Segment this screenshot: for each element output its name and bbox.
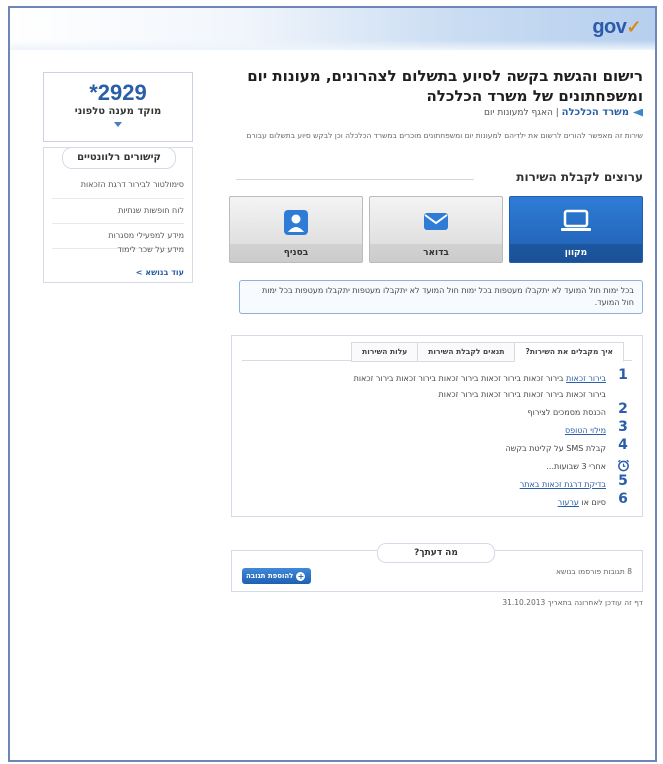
step-6-link[interactable]: ערעור xyxy=(558,498,579,507)
step-wait: אחרי 3 שבועות... xyxy=(242,459,632,473)
alarm-clock-icon xyxy=(617,459,630,472)
step-4: 4 קבלת SMS על קליטת בקשה xyxy=(505,437,628,453)
related-links-box: קישורים רלוונטיים סימולטור לבירור דרגת ה… xyxy=(43,147,193,283)
add-response-button[interactable]: +להוספת תגובה xyxy=(242,568,312,584)
sidebar-link-holidays[interactable]: לוח חופשות שנתיות xyxy=(118,206,184,215)
tab-cost[interactable]: עלות השירות xyxy=(351,342,419,362)
ministry-name[interactable]: משרד הכלכלה xyxy=(562,107,629,118)
page-title: רישום והגשת בקשה לסיוע בתשלום לצהרונים, … xyxy=(247,67,643,105)
call-number: *2929 xyxy=(89,80,147,105)
intro-text: שירות זה מאפשר להורים לרשום את ילדיהם למ… xyxy=(246,131,643,140)
channel-tiles: מקוון בדואר בסניף xyxy=(229,196,643,263)
sidebar-link-operators[interactable]: מידע למפעילי מסגרות xyxy=(108,231,184,240)
step-3: 3 מילוי הטופס xyxy=(564,419,628,435)
chevron-down-icon[interactable] xyxy=(114,122,122,127)
step-5: 5 בדיקת דרגת זכאות באתר xyxy=(519,473,628,489)
channels-title: ערוצים לקבלת השירות xyxy=(516,170,643,184)
divider xyxy=(52,198,184,199)
step-6: 6 סיום או ערעור xyxy=(557,491,628,507)
tab-how-to[interactable]: איך מקבלים את השירות? xyxy=(514,342,624,362)
channel-branch-label: בסניף xyxy=(230,244,362,262)
step-2: 2 הכנסת מסמכים לצירוף xyxy=(527,401,628,417)
person-icon xyxy=(284,210,308,235)
steps-list: 1 בירור זכאות בירור זכאות בירור זכאות ביר… xyxy=(242,367,632,514)
ministry-flag-icon xyxy=(633,108,643,117)
more-link[interactable]: עוד בנושא > xyxy=(136,268,184,277)
responses-count[interactable]: 8 תגובות פורסמו בנושא xyxy=(556,567,632,576)
sidebar-link-simulator[interactable]: סימולטור לבירור דרגת הזכאות xyxy=(81,180,184,189)
plus-icon: + xyxy=(296,572,306,581)
channel-mail-tile[interactable]: בדואר xyxy=(369,196,503,263)
ministry-sub: האגף למעונות יום xyxy=(484,108,553,118)
channel-branch-tile[interactable]: בסניף xyxy=(229,196,363,263)
opinion-box: מה דעתך? 8 תגובות פורסמו בנושא +להוספת ת… xyxy=(231,543,643,592)
page-frame: gov✓ *2929 מוקד מענה טלפוני קישורים רלוו… xyxy=(8,6,657,762)
notice-box: בכל ימות חול המועד לא יתקבלו מעטפות בכל … xyxy=(239,280,643,314)
divider xyxy=(52,223,184,224)
laptop-icon xyxy=(561,209,591,231)
how-to-box: איך מקבלים את השירות?תנאים לקבלת השירותע… xyxy=(231,335,643,517)
related-links-title: קישורים רלוונטיים xyxy=(62,147,176,169)
channel-mail-label: בדואר xyxy=(370,244,502,262)
step-3-link[interactable]: מילוי הטופס xyxy=(565,426,606,435)
channel-online-label: מקוון xyxy=(510,244,642,262)
step-1-continued: בירור זכאות בירור זכאות בירור זכאות בירו… xyxy=(438,390,606,399)
step-5-link[interactable]: בדיקת דרגת זכאות באתר xyxy=(520,480,606,489)
sidebar-link-tuition[interactable]: מידע על שכר לימוד xyxy=(117,245,184,254)
channel-online-tile[interactable]: מקוון xyxy=(509,196,643,263)
call-label: מוקד מענה טלפוני xyxy=(74,106,162,117)
opinion-title: מה דעתך? xyxy=(377,543,495,563)
header-banner: gov✓ xyxy=(10,8,655,50)
tabs: איך מקבלים את השירות?תנאים לקבלת השירותע… xyxy=(351,342,624,362)
step-1-link[interactable]: בירור זכאות xyxy=(566,374,606,383)
tab-conditions[interactable]: תנאים לקבלת השירות xyxy=(417,342,516,362)
last-updated: דף זה עודכן לאחרונה בתאריך 31.10.2013 xyxy=(502,598,643,607)
call-center-box[interactable]: *2929 מוקד מענה טלפוני xyxy=(43,72,193,142)
envelope-icon xyxy=(424,213,448,230)
gov-logo[interactable]: gov✓ xyxy=(592,16,641,39)
divider xyxy=(236,179,474,180)
step-1: 1 בירור זכאות בירור זכאות בירור זכאות ביר… xyxy=(353,367,628,383)
ministry-line: משרד הכלכלה | האגף למעונות יום xyxy=(484,107,643,118)
